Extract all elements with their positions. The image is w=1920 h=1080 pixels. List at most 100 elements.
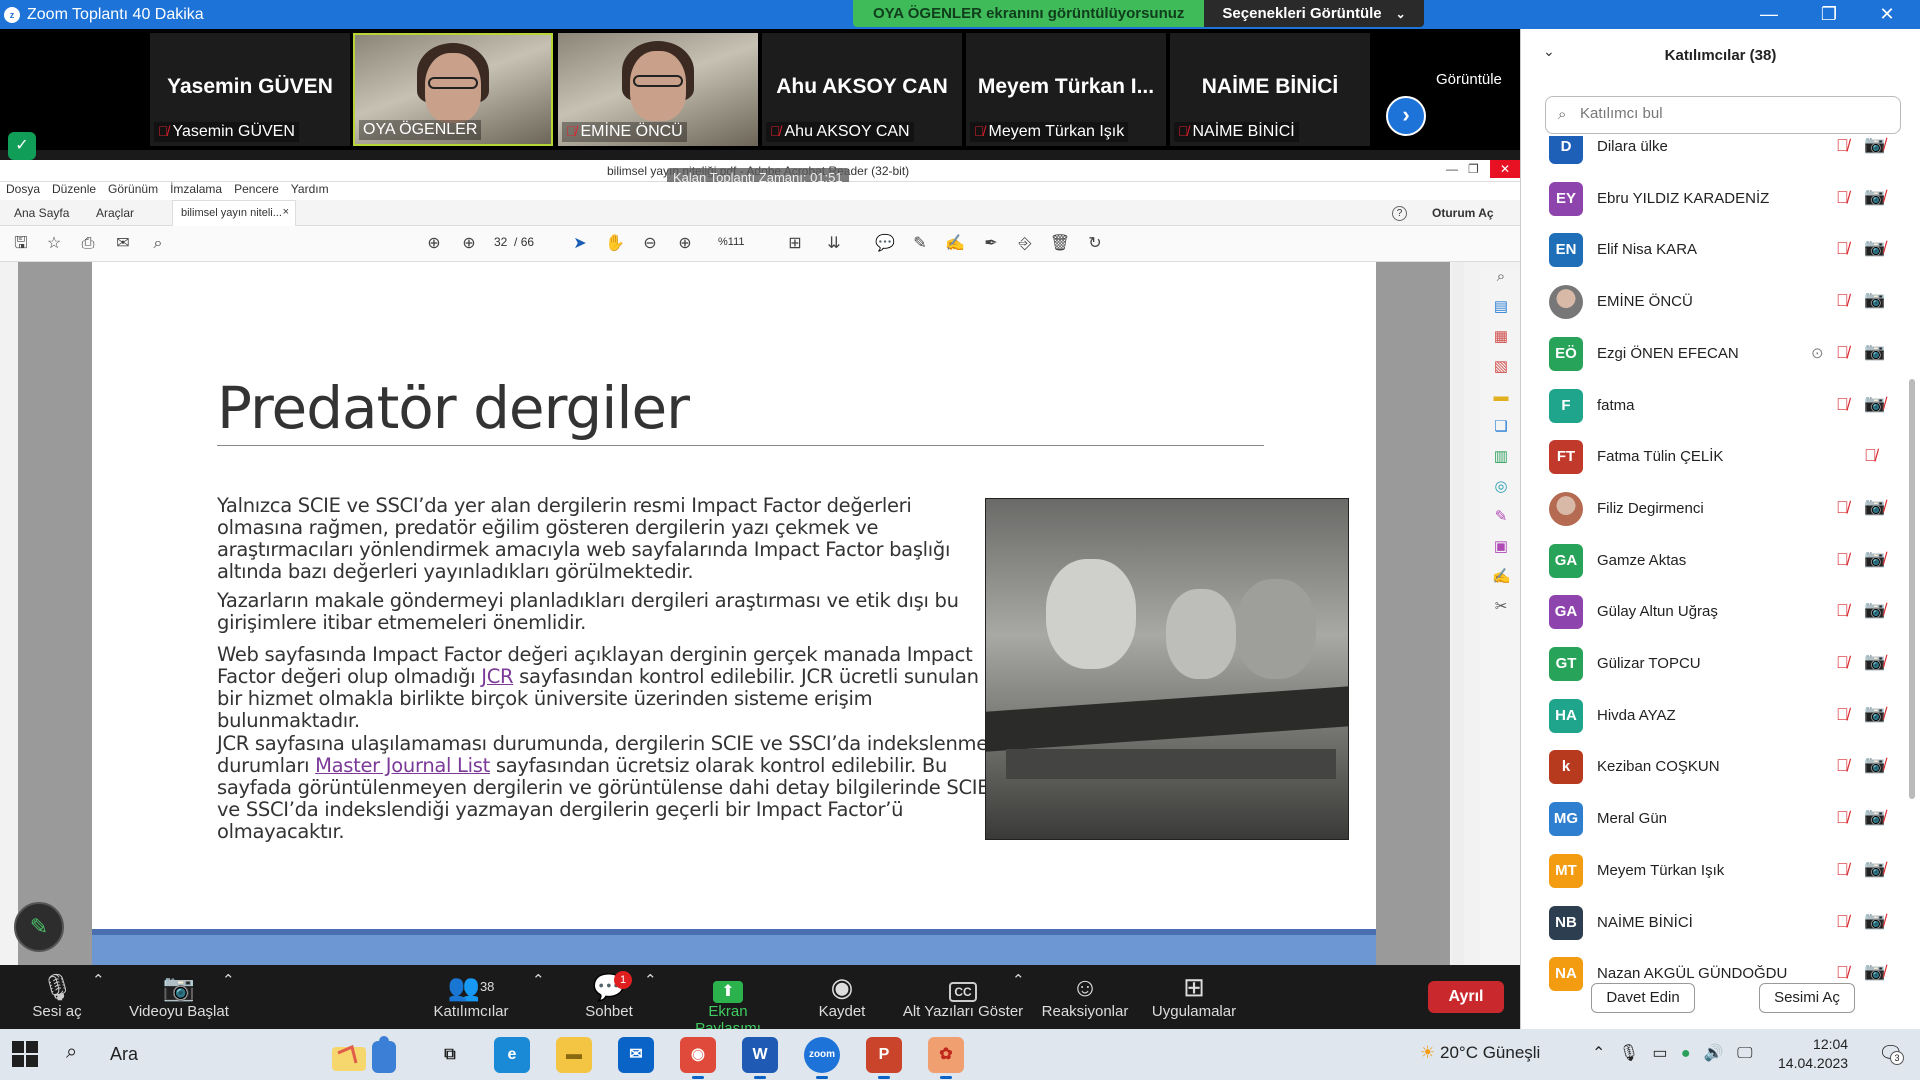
participant-search-input[interactable]: ⌕ Katılımcı bul [1545,96,1901,134]
show-captions-button[interactable]: CC Alt Yazıları Göster [900,971,1026,1020]
zoom-out-icon[interactable]: ⊖ [639,234,661,254]
bookmark-star-icon[interactable]: ☆ [43,234,65,254]
participant-row[interactable]: GA Gamze Aktas 🎙̸ 📷̸ [1521,536,1920,587]
unmute-button[interactable]: 🎙 Sesi aç [30,971,84,1020]
captions-options-chevron-icon[interactable]: ⌃ [1012,971,1025,989]
close-tab-icon[interactable]: × [283,206,289,218]
acrobat-minimize-button[interactable]: — [1446,162,1458,176]
stamp-icon[interactable]: ⎆ [1014,234,1036,254]
menu-item[interactable]: Görünüm [108,182,158,196]
zoom-level[interactable]: %111 [718,236,745,248]
tab-tools[interactable]: Araçlar [96,206,134,220]
show-hidden-icons-chevron-icon[interactable]: ⌃ [1592,1045,1605,1062]
battery-icon[interactable]: ▭ [1652,1045,1667,1062]
select-cursor-icon[interactable]: ➤ [569,234,591,254]
leave-meeting-button[interactable]: Ayrıl [1428,981,1504,1013]
scroll-mode-icon[interactable]: ⇊ [823,234,845,254]
participant-row[interactable]: Ffatma 🎙̸ 📷̸ [1521,381,1920,432]
powerpoint-icon[interactable]: P [866,1037,902,1079]
participant-row[interactable]: EN Elif Nisa KARA 🎙̸ 📷̸ [1521,225,1920,276]
participant-row[interactable]: k Keziban COŞKUN 🎙̸ 📷̸ [1521,742,1920,793]
participant-row[interactable]: NB NAİME BİNİCİ 🎙̸ 📷̸ [1521,898,1920,949]
menu-item[interactable]: Pencere [234,182,279,196]
tab-home[interactable]: Ana Sayfa [14,206,69,220]
participant-row[interactable]: MT Meyem Türkan Işık 🎙̸ 📷̸ [1521,846,1920,897]
fill-sign-icon[interactable]: ✎ [1492,508,1510,526]
participant-row[interactable]: MG Meral Gün 🎙̸ 📷̸ [1521,794,1920,845]
file-explorer-icon[interactable]: ▬ [556,1037,592,1073]
record-button[interactable]: ◉ Kaydet [814,971,870,1020]
edge-icon[interactable]: e [494,1037,530,1073]
weather-widget[interactable]: ☀ 20°C Güneşli [1420,1043,1540,1063]
search-icon[interactable]: ⌕ [147,234,169,254]
zoom-icon[interactable]: zoom [804,1037,840,1079]
chrome-icon[interactable]: ◉ [680,1037,716,1079]
chat-options-chevron-icon[interactable]: ⌃ [644,971,657,989]
participant-video-tile[interactable]: NAİME BİNİCİ 🎙̸ NAİME BİNİCİ [1170,33,1370,146]
menu-item[interactable]: Düzenle [52,182,96,196]
participant-row[interactable]: HA Hivda AYAZ 🎙̸ 📷̸ [1521,691,1920,742]
participant-video-tile[interactable]: Ahu AKSOY CAN 🎙̸ Ahu AKSOY CAN [762,33,962,146]
participant-video-tile[interactable]: 🎙̸ EMİNE ÖNCÜ [558,33,758,146]
acrobat-close-button[interactable]: ✕ [1490,160,1520,178]
tab-document[interactable]: bilimsel yayın niteli... × [172,200,296,226]
audio-options-chevron-icon[interactable]: ⌃ [92,971,105,989]
more-tools-icon[interactable]: ✂ [1492,598,1510,616]
participant-video-tile[interactable]: OYA ÖGENLER [353,33,553,146]
participant-row[interactable]: GA Gülay Altun Uğraş 🎙̸ 📷̸ [1521,587,1920,638]
apps-button[interactable]: ⊞ Uygulamalar [1148,971,1240,1020]
acrobat-restore-button[interactable]: ❐ [1468,162,1479,176]
save-icon[interactable]: 🖫 [10,234,32,254]
video-options-chevron-icon[interactable]: ⌃ [222,971,235,989]
help-icon[interactable]: ? [1392,206,1407,221]
participant-row[interactable]: FT Fatma Tülin ÇELİK 🎙̸ [1521,432,1920,483]
rotate-icon[interactable]: ↻ [1084,234,1106,254]
task-view-icon[interactable]: ⧉ [432,1037,468,1073]
next-page-icon[interactable]: ⊕ [458,234,480,254]
protect-icon[interactable]: ◎ [1492,478,1510,496]
participant-video-tile[interactable]: Yasemin GÜVEN 🎙̸ Yasemin GÜVEN [150,33,350,146]
view-options-button[interactable]: Seçenekleri Görüntüle ⌄ [1204,0,1424,27]
edit-pdf-icon[interactable]: ▤ [1492,298,1510,316]
next-page-arrow-icon[interactable]: › [1386,96,1426,136]
participant-row[interactable]: D Dilara ülke 🎙̸ 📷̸ [1521,136,1920,173]
page-number[interactable]: 32 / 66 [494,235,534,249]
combine-files-icon[interactable]: ❏ [1492,418,1510,436]
document-view[interactable]: Predatör dergiler Yalnızca SCIE ve SSCI’… [18,262,1450,965]
reactions-button[interactable]: ☺ Reaksiyonlar [1040,971,1130,1020]
hand-tool-icon[interactable]: ✋ [604,234,626,254]
participants-scrollbar[interactable] [1909,379,1915,799]
participants-button[interactable]: 👥38 Katılımcılar [428,971,514,1020]
mail-icon[interactable]: ✉ [618,1037,654,1073]
prev-page-icon[interactable]: ⊕ [423,234,445,254]
chat-button[interactable]: 💬 Sohbet 1 [582,971,636,1020]
participant-row[interactable]: EY Ebru YILDIZ KARADENİZ 🎙̸ 📷̸ [1521,174,1920,225]
highlight-icon[interactable]: ✎ [909,234,931,254]
acrobat-icon[interactable]: ✿ [928,1037,964,1079]
word-icon[interactable]: W [742,1037,778,1079]
unmute-me-button[interactable]: Sesimi Aç [1759,983,1855,1013]
create-pdf-icon[interactable]: ▣ [1492,538,1510,556]
email-icon[interactable]: ✉ [112,234,134,254]
fit-page-icon[interactable]: ⊞ [784,234,806,254]
participant-row[interactable]: EÖ Ezgi ÖNEN EFECAN ⊙ 🎙̸ 📷 [1521,329,1920,380]
annotate-pen-icon[interactable]: ✎ [14,902,64,952]
export-pdf-icon[interactable]: ▧ [1492,358,1510,376]
invite-button[interactable]: Davet Edin [1591,983,1695,1013]
restore-button[interactable]: ❐ [1806,0,1852,29]
participants-options-chevron-icon[interactable]: ⌃ [532,971,545,989]
share-screen-button[interactable]: ⬆ Ekran Paylaşımı [674,971,782,1037]
taskbar-search[interactable]: ⌕ Ara [62,1029,312,1080]
participants-list[interactable]: D Dilara ülke 🎙̸ 📷̸ EY Ebru YILDIZ KARADENİZ 🎙… [1521,136,1920,996]
windows-start-icon[interactable] [12,1041,38,1067]
start-video-button[interactable]: 📷 Videoyu Başlat [126,971,232,1020]
menu-item[interactable]: Yardım [291,182,329,196]
participant-video-tile[interactable]: Meyem Türkan I... 🎙̸ Meyem Türkan Işık [966,33,1166,146]
scan-icon[interactable]: ▥ [1492,448,1510,466]
participant-row[interactable]: Filiz Degirmenci 🎙̸ 📷̸ [1521,484,1920,535]
vertical-scrollbar[interactable] [1452,262,1464,965]
security-icon[interactable]: ● [1681,1045,1691,1062]
minimize-button[interactable]: — [1746,0,1792,29]
comment-tool-icon[interactable]: ▬ [1492,388,1510,406]
sign-in-button[interactable]: Oturum Aç [1432,206,1494,220]
